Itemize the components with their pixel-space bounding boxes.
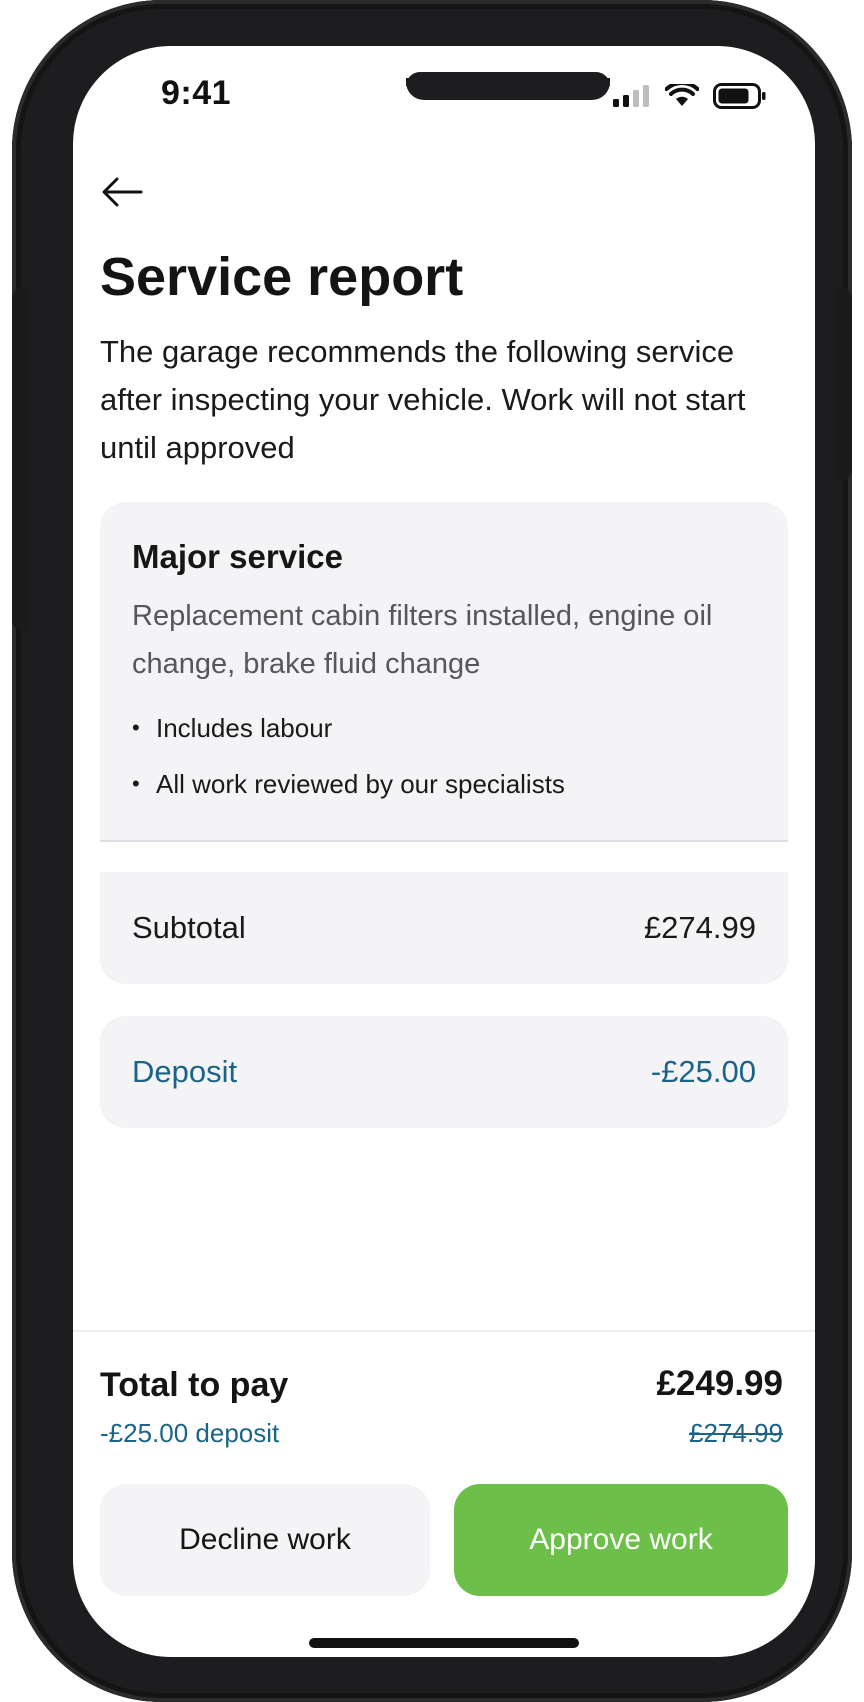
deposit-row: Deposit -£25.00: [100, 1016, 788, 1128]
approve-work-button[interactable]: Approve work: [454, 1484, 788, 1596]
service-bullets: Includes labour All work reviewed by our…: [132, 708, 565, 820]
total-label: Total to pay: [100, 1366, 289, 1404]
original-amount: £274.99: [689, 1418, 783, 1448]
subtotal-label: Subtotal: [132, 910, 246, 945]
total-amount: £249.99: [656, 1364, 783, 1403]
footer-divider: [73, 1330, 815, 1332]
side-button-left: [12, 288, 28, 630]
bullet-item: Includes labour: [132, 708, 565, 764]
deposit-label: Deposit: [132, 1054, 238, 1089]
side-button-right: [836, 288, 852, 480]
back-button[interactable]: [97, 166, 149, 218]
service-card: Major service Replacement cabin filters …: [100, 502, 788, 842]
bullet-item: All work reviewed by our specialists: [132, 764, 565, 820]
home-indicator: [309, 1638, 579, 1648]
cellular-signal-icon: [613, 85, 649, 107]
decline-work-button[interactable]: Decline work: [100, 1484, 430, 1596]
subtotal-row: Subtotal £274.99: [100, 872, 788, 984]
deposit-value: -£25.00: [650, 1054, 756, 1089]
phone-frame: 9:41 Service report The garage recommend…: [12, 0, 852, 1702]
status-time: 9:41: [161, 74, 232, 112]
wifi-icon: [665, 84, 699, 106]
deposit-note: -£25.00 deposit: [100, 1418, 280, 1448]
page-intro: The garage recommends the following serv…: [100, 334, 746, 465]
status-icons: [613, 76, 767, 116]
subtotal-value: £274.99: [643, 910, 756, 945]
page-title: Service report: [100, 247, 464, 307]
battery-icon: [713, 83, 766, 109]
screen: 9:41 Service report The garage recommend…: [73, 46, 815, 1657]
service-description: Replacement cabin filters installed, eng…: [132, 600, 713, 680]
notch: [406, 72, 610, 100]
arrow-left-icon: [102, 177, 143, 207]
service-name: Major service: [132, 538, 343, 575]
